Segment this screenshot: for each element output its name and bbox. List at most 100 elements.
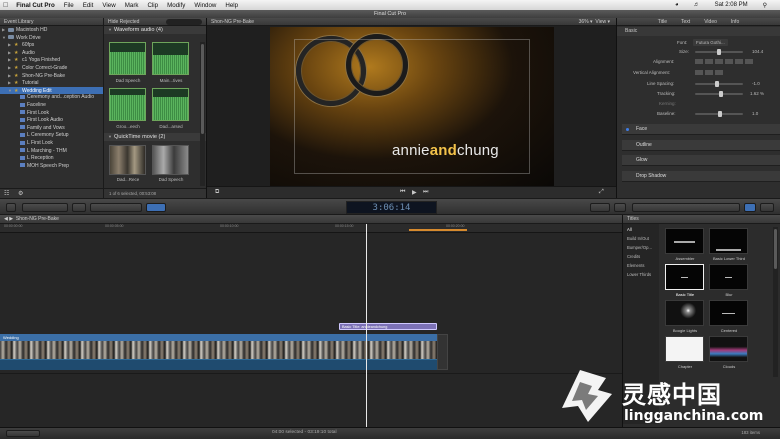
- category-credits[interactable]: Credits: [627, 254, 640, 259]
- video-frame[interactable]: annieandchung: [270, 27, 554, 186]
- viewer-view-menu[interactable]: View: [595, 19, 606, 25]
- tab-title[interactable]: Title: [658, 18, 667, 25]
- timeline-index-button[interactable]: [6, 430, 40, 437]
- playhead[interactable]: [366, 224, 367, 427]
- gear-icon[interactable]: ⚙: [18, 190, 23, 197]
- library-row[interactable]: First Look Audio: [0, 117, 103, 125]
- title-thumb[interactable]: [709, 336, 748, 362]
- library-row[interactable]: Family and Vows: [0, 125, 103, 133]
- storyline-end-clip[interactable]: [437, 334, 448, 370]
- menu-modify[interactable]: Modify: [167, 2, 185, 9]
- title-thumb[interactable]: [709, 300, 748, 326]
- baseline-slider[interactable]: [695, 111, 743, 117]
- size-slider[interactable]: [695, 49, 743, 55]
- tracking-value[interactable]: 1.62 %: [750, 90, 764, 97]
- title-thumb[interactable]: [665, 228, 704, 254]
- title-thumb[interactable]: [665, 300, 704, 326]
- tracking-slider[interactable]: [695, 91, 743, 97]
- font-popup[interactable]: Futura Gothi...: [693, 39, 728, 46]
- spotlight-icon[interactable]: ⚲: [763, 2, 767, 9]
- library-row[interactable]: Ceremony and...ception Audio: [0, 94, 103, 102]
- storyline-audio-clip[interactable]: [0, 359, 437, 370]
- wifi-icon[interactable]: ◕: [675, 2, 679, 8]
- share-button[interactable]: [760, 203, 774, 212]
- viewer-title-text[interactable]: annieandchung: [392, 142, 499, 159]
- browser-clip-thumb[interactable]: [109, 42, 146, 75]
- audio-meter-button[interactable]: [72, 203, 86, 212]
- baseline-value[interactable]: 1.0: [752, 110, 758, 117]
- group-quicktime-movie[interactable]: ▼ QuickTime movie (2): [104, 133, 207, 141]
- storyline-clip-label[interactable]: Wedding: [0, 334, 448, 341]
- play-icon[interactable]: ▶: [412, 189, 417, 196]
- browser-scrollbar[interactable]: [200, 42, 205, 186]
- previous-frame-icon[interactable]: ⏮: [400, 189, 405, 196]
- outline-section[interactable]: Outline: [622, 140, 780, 151]
- library-row[interactable]: ▶ ★ 60fps: [0, 41, 103, 49]
- menu-help[interactable]: Help: [225, 2, 238, 9]
- glow-section[interactable]: Glow: [622, 155, 780, 166]
- tab-info[interactable]: Info: [731, 18, 739, 25]
- title-thumb-selected[interactable]: [665, 264, 704, 290]
- titles-scrollbar[interactable]: [773, 227, 778, 377]
- title-thumb[interactable]: [665, 336, 704, 362]
- title-thumb[interactable]: [709, 228, 748, 254]
- library-row[interactable]: ▶ ★ c1 Yoga Finished: [0, 56, 103, 64]
- menu-mark[interactable]: Mark: [125, 2, 139, 9]
- select-tool-button[interactable]: [146, 203, 166, 212]
- menu-clip[interactable]: Clip: [147, 2, 158, 9]
- library-row[interactable]: L Marching - THM: [0, 148, 103, 156]
- face-section[interactable]: Face: [622, 124, 780, 135]
- inspector-basic-section[interactable]: Basic: [617, 27, 780, 36]
- library-row[interactable]: ▶ ★ Color Correct-Grade: [0, 64, 103, 72]
- library-row[interactable]: Faceline: [0, 102, 103, 110]
- browser-search-input[interactable]: [166, 19, 202, 25]
- menu-file[interactable]: File: [64, 2, 74, 9]
- vertical-alignment-buttons[interactable]: [695, 70, 725, 75]
- timeline[interactable]: Basic Title: annieandchung Wedding: [0, 233, 622, 427]
- library-row[interactable]: ▶ ★ Tutorial: [0, 79, 103, 87]
- library-row[interactable]: ▶ ★ Audio: [0, 49, 103, 57]
- drop-shadow-section[interactable]: Drop Shadow: [622, 171, 780, 182]
- menu-view[interactable]: View: [102, 2, 115, 9]
- browser-clip-thumb[interactable]: [109, 88, 146, 121]
- menu-window[interactable]: Window: [194, 2, 216, 9]
- retime-button[interactable]: [590, 203, 610, 212]
- library-row[interactable]: First Look: [0, 110, 103, 118]
- menu-app-name[interactable]: Final Cut Pro: [16, 2, 55, 9]
- category-all[interactable]: All: [627, 227, 632, 232]
- library-row[interactable]: MOH Speech Prep: [0, 163, 103, 171]
- browser-clip-thumb[interactable]: [152, 42, 189, 75]
- timecode-display[interactable]: 3:06:14: [346, 201, 437, 214]
- tab-text[interactable]: Text: [681, 18, 690, 25]
- menu-clock[interactable]: Sat 2:08 PM: [715, 2, 748, 8]
- fullscreen-icon[interactable]: ⤢: [599, 189, 604, 196]
- line-spacing-value[interactable]: -1.0: [752, 80, 760, 87]
- library-row[interactable]: ▼ ★ Wedding Edit: [0, 86, 103, 95]
- next-frame-icon[interactable]: ⏭: [423, 189, 428, 196]
- library-row[interactable]: ▶ ★ Shon-NG Pre-Bake: [0, 72, 103, 80]
- edit-buttons[interactable]: [90, 203, 142, 212]
- volume-icon[interactable]: ♬: [694, 2, 700, 8]
- back-arrow-icon[interactable]: ◀ ▶: [4, 216, 13, 222]
- enhance-button[interactable]: [614, 203, 626, 212]
- browser-clip-thumb[interactable]: [109, 145, 146, 175]
- category-build-in-out[interactable]: Build In/Out: [627, 236, 649, 241]
- library-row[interactable]: L Reception: [0, 155, 103, 163]
- browser-clip-thumb[interactable]: [152, 145, 189, 175]
- line-spacing-slider[interactable]: [695, 81, 743, 87]
- library-row[interactable]: L Ceremony Setup: [0, 132, 103, 140]
- title-thumb[interactable]: [709, 264, 748, 290]
- hide-rejected-popup[interactable]: Hide Rejected: [108, 18, 139, 25]
- menu-edit[interactable]: Edit: [83, 2, 94, 9]
- size-value[interactable]: 104.4: [752, 48, 763, 55]
- storyline-video-clip[interactable]: [0, 341, 437, 359]
- library-row[interactable]: L First Look: [0, 140, 103, 148]
- browser-clip-thumb[interactable]: [152, 88, 189, 121]
- keyword-icon[interactable]: ☷: [4, 190, 9, 197]
- group-waveform-audio[interactable]: ▼ Waveform audio (4): [104, 26, 206, 34]
- library-row[interactable]: ▼ Work Drive: [0, 34, 103, 42]
- category-elements[interactable]: Elements: [627, 263, 644, 268]
- viewer-zoom[interactable]: 36%: [579, 19, 589, 25]
- alignment-buttons[interactable]: [695, 59, 755, 64]
- transform-icon[interactable]: ⧉: [215, 189, 219, 196]
